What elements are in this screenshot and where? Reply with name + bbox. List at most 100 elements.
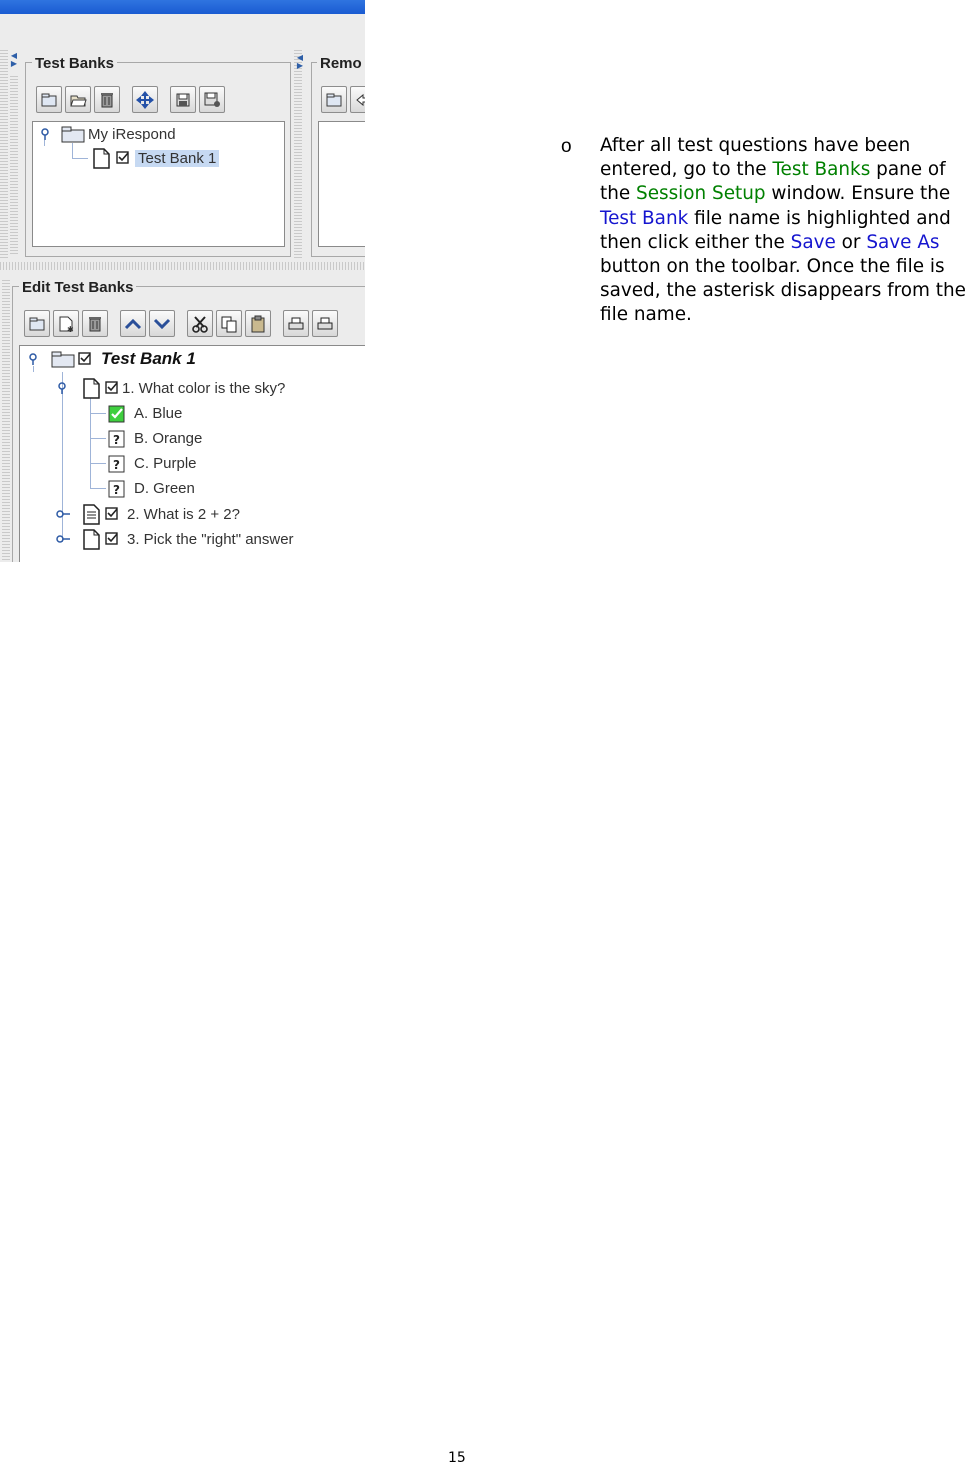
new-folder-icon — [41, 93, 57, 106]
move-down-button[interactable] — [149, 310, 175, 337]
cut-button[interactable] — [187, 310, 213, 337]
document-icon — [93, 148, 110, 169]
clipboard-icon — [251, 315, 265, 332]
svg-text:?: ? — [113, 458, 120, 472]
text-document-icon — [83, 504, 100, 525]
splitter-grip[interactable] — [294, 50, 302, 260]
page-number: 15 — [448, 1450, 466, 1466]
svg-text:?: ? — [113, 483, 120, 497]
answer-label: B. Orange — [134, 429, 203, 447]
open-folder-icon — [70, 95, 87, 106]
collapse-left-icon[interactable]: ◀ ▶ — [10, 52, 18, 68]
answer-node[interactable]: A. Blue — [107, 402, 182, 424]
window-title-bar — [0, 0, 365, 14]
new-folder-icon — [29, 317, 45, 330]
move-button[interactable] — [132, 86, 158, 113]
correct-answer-icon — [108, 405, 125, 423]
tree-node-my-irespond[interactable]: My iRespond — [38, 123, 176, 145]
keyword-session-setup: Session Setup — [636, 183, 766, 205]
answer-node[interactable]: ? D. Green — [107, 477, 195, 499]
move-icon — [136, 90, 154, 109]
trash-icon — [89, 317, 101, 332]
print-preview-button[interactable] — [312, 310, 338, 337]
save-button[interactable] — [170, 86, 196, 113]
test-banks-toolbar — [36, 86, 225, 113]
bullet-marker: o — [561, 136, 572, 157]
horizontal-splitter[interactable] — [0, 262, 365, 270]
splitter-grip[interactable] — [0, 50, 8, 260]
document-icon — [83, 378, 100, 399]
save-as-button[interactable] — [199, 86, 225, 113]
svg-text:✱: ✱ — [67, 325, 74, 333]
new-folder-icon — [326, 93, 342, 106]
remote-panel-title: Remo — [317, 56, 365, 72]
splitter-grip[interactable] — [2, 280, 10, 562]
checkbox-icon[interactable] — [104, 380, 120, 396]
move-up-button[interactable] — [120, 310, 146, 337]
edit-test-banks-title: Edit Test Banks — [19, 280, 137, 296]
keyword-save-as: Save As — [866, 231, 940, 253]
tree-collapsed-handle-icon[interactable] — [55, 532, 71, 546]
keyword-save: Save — [790, 231, 836, 253]
edit-tree-root-label: Test Bank 1 — [101, 349, 196, 368]
chevron-up-icon — [124, 318, 142, 329]
edit-tree-root[interactable]: Test Bank 1 — [26, 348, 196, 370]
paste-button[interactable] — [245, 310, 271, 337]
remote-tree — [318, 121, 365, 247]
question-label: 2. What is 2 + 2? — [127, 505, 240, 523]
answer-label: C. Purple — [134, 454, 197, 472]
question-mark-icon: ? — [108, 480, 125, 498]
tree-node-label-selected: Test Bank 1 — [135, 149, 220, 167]
new-question-button[interactable]: ✱ — [53, 310, 79, 337]
copy-icon — [221, 316, 237, 332]
tree-expand-handle-icon[interactable] — [26, 352, 40, 366]
test-banks-title: Test Banks — [32, 56, 117, 72]
scissors-icon — [192, 315, 208, 333]
folder-icon — [61, 126, 85, 143]
chevron-down-icon — [153, 318, 171, 329]
answer-label: D. Green — [134, 479, 195, 497]
edit-delete-button[interactable] — [82, 310, 108, 337]
question-node[interactable]: 1. What color is the sky? — [55, 377, 285, 399]
answer-node[interactable]: ? C. Purple — [107, 452, 197, 474]
new-document-icon: ✱ — [59, 316, 74, 333]
folder-icon — [51, 351, 75, 368]
open-folder-button[interactable] — [65, 86, 91, 113]
splitter-grip[interactable] — [10, 76, 18, 256]
printer-icon — [288, 317, 304, 329]
keyword-test-banks: Test Banks — [772, 159, 871, 181]
save-icon — [176, 93, 190, 106]
question-label: 1. What color is the sky? — [122, 379, 286, 397]
trash-icon — [101, 93, 113, 108]
question-label: 3. Pick the "right" answer — [127, 530, 294, 548]
checkbox-icon[interactable] — [115, 150, 131, 166]
tree-expand-handle-icon[interactable] — [38, 127, 52, 141]
question-node[interactable]: 3. Pick the "right" answer — [55, 528, 294, 550]
collapse-right-icon[interactable]: ◀ ▶ — [296, 54, 304, 70]
document-icon — [83, 529, 100, 550]
remote-new-folder-button[interactable] — [321, 86, 347, 113]
remote-back-button[interactable] — [350, 86, 365, 113]
tree-node-label: My iRespond — [88, 125, 176, 143]
question-mark-icon: ? — [108, 430, 125, 448]
question-node[interactable]: 2. What is 2 + 2? — [55, 503, 240, 525]
question-mark-icon: ? — [108, 455, 125, 473]
answer-label: A. Blue — [134, 404, 183, 422]
copy-button[interactable] — [216, 310, 242, 337]
edit-new-folder-button[interactable] — [24, 310, 50, 337]
keyword-test-bank: Test Bank — [600, 207, 689, 229]
tree-expand-handle-icon[interactable] — [55, 381, 69, 395]
checkbox-icon[interactable] — [104, 531, 120, 547]
printer-icon — [317, 317, 333, 329]
new-folder-button[interactable] — [36, 86, 62, 113]
instruction-paragraph: After all test questions have been enter… — [600, 135, 966, 326]
delete-button[interactable] — [94, 86, 120, 113]
tree-node-test-bank-1[interactable]: Test Bank 1 — [91, 147, 220, 169]
tree-collapsed-handle-icon[interactable] — [55, 507, 71, 521]
print-button[interactable] — [283, 310, 309, 337]
answer-node[interactable]: ? B. Orange — [107, 427, 202, 449]
app-screenshot: ◀ ▶ Test Banks My iRespond Test Bank 1 ◀… — [0, 0, 365, 562]
svg-text:?: ? — [113, 433, 120, 447]
checkbox-icon[interactable] — [104, 506, 120, 522]
checkbox-icon[interactable] — [77, 351, 93, 367]
